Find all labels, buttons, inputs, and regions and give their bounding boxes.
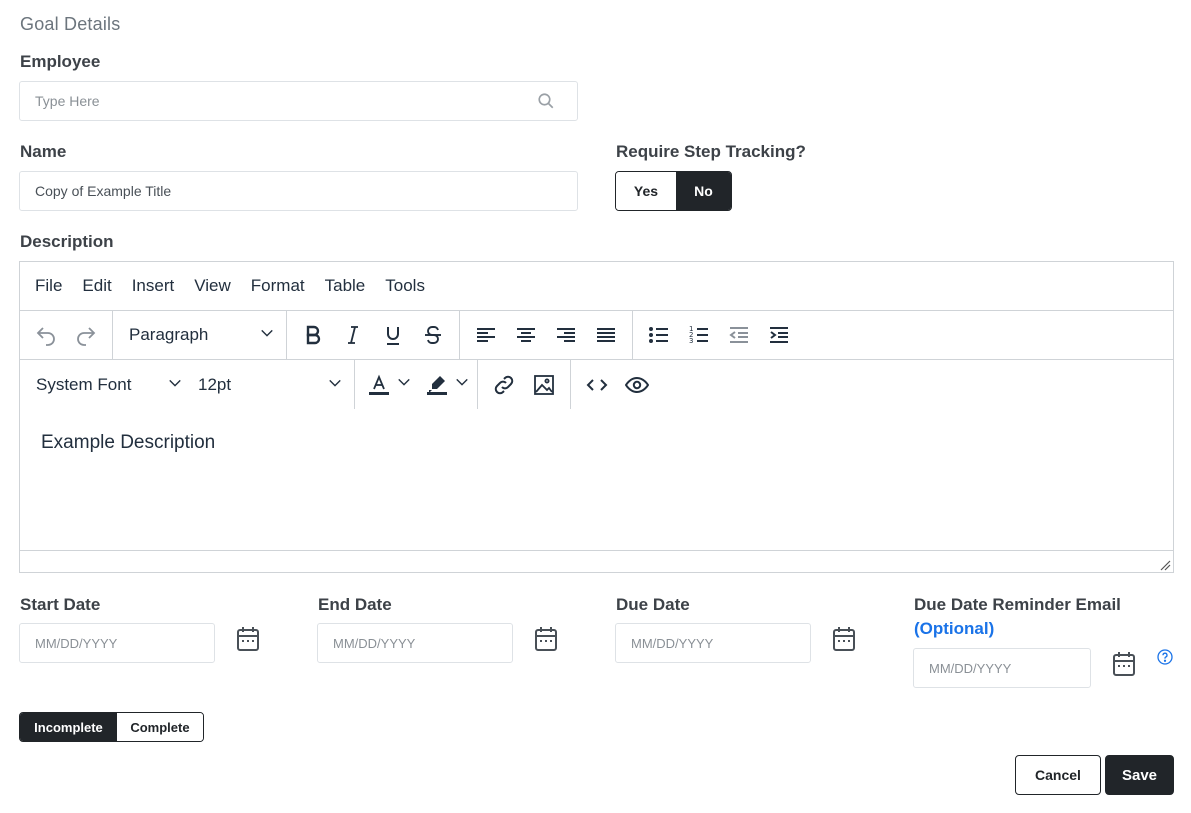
- menu-view[interactable]: View: [194, 276, 231, 296]
- start-date-input[interactable]: MM/DD/YYYY: [19, 623, 215, 663]
- chevron-down-icon: [328, 375, 342, 395]
- menu-table[interactable]: Table: [325, 276, 366, 296]
- complete-button[interactable]: Complete: [116, 713, 203, 741]
- menu-format[interactable]: Format: [251, 276, 305, 296]
- help-icon[interactable]: [1157, 649, 1173, 665]
- reminder-date-label: Due Date Reminder Email: [914, 595, 1121, 614]
- undo-icon[interactable]: [26, 317, 66, 353]
- step-tracking-no-button[interactable]: No: [675, 172, 731, 210]
- step-tracking-label: Require Step Tracking?: [616, 142, 806, 161]
- resize-handle-icon[interactable]: [1159, 558, 1171, 571]
- font-size-dropdown[interactable]: 12pt: [188, 367, 348, 403]
- image-icon[interactable]: [524, 367, 564, 403]
- step-tracking-yes-button[interactable]: Yes: [616, 172, 676, 210]
- menu-edit[interactable]: Edit: [82, 276, 111, 296]
- font-family-dropdown[interactable]: System Font: [26, 367, 188, 403]
- text-color-icon[interactable]: [361, 367, 397, 403]
- due-date-placeholder: MM/DD/YYYY: [631, 635, 714, 651]
- employee-label: Employee: [20, 52, 101, 71]
- align-justify-icon[interactable]: [586, 317, 626, 353]
- status-toggle: Incomplete Complete: [19, 712, 204, 742]
- link-icon[interactable]: [484, 367, 524, 403]
- italic-icon[interactable]: [333, 317, 373, 353]
- align-left-icon[interactable]: [466, 317, 506, 353]
- bullet-list-icon[interactable]: [639, 317, 679, 353]
- section-title: Goal Details: [20, 14, 121, 34]
- chevron-down-icon[interactable]: [397, 375, 411, 394]
- save-button[interactable]: Save: [1105, 755, 1174, 795]
- step-tracking-toggle: Yes No: [615, 171, 732, 211]
- chevron-down-icon[interactable]: [455, 375, 469, 394]
- employee-input[interactable]: Type Here: [19, 81, 578, 121]
- menu-tools[interactable]: Tools: [385, 276, 425, 296]
- underline-icon[interactable]: [373, 317, 413, 353]
- block-format-value: Paragraph: [129, 325, 209, 344]
- editor-menubar: File Edit Insert View Format Table Tools: [20, 262, 1173, 311]
- start-date-label: Start Date: [20, 595, 101, 614]
- menu-file[interactable]: File: [35, 276, 62, 296]
- rich-text-editor: File Edit Insert View Format Table Tools…: [19, 261, 1174, 573]
- editor-toolbar-row-1: Paragraph 1 2 3: [20, 311, 1173, 360]
- outdent-icon[interactable]: [719, 317, 759, 353]
- search-icon[interactable]: [537, 92, 555, 113]
- align-center-icon[interactable]: [506, 317, 546, 353]
- cancel-button[interactable]: Cancel: [1015, 755, 1101, 795]
- incomplete-button[interactable]: Incomplete: [20, 713, 117, 741]
- end-date-label: End Date: [318, 595, 392, 614]
- block-format-dropdown[interactable]: Paragraph: [119, 317, 280, 353]
- indent-icon[interactable]: [759, 317, 799, 353]
- chevron-down-icon: [168, 375, 182, 395]
- reminder-date-input[interactable]: MM/DD/YYYY: [913, 648, 1091, 688]
- description-label: Description: [20, 232, 114, 251]
- menu-insert[interactable]: Insert: [132, 276, 175, 296]
- chevron-down-icon: [260, 325, 274, 345]
- end-date-placeholder: MM/DD/YYYY: [333, 635, 416, 651]
- calendar-icon[interactable]: [832, 626, 856, 652]
- source-code-icon[interactable]: [577, 367, 617, 403]
- svg-text:3: 3: [689, 337, 693, 345]
- employee-placeholder: Type Here: [35, 93, 100, 109]
- start-date-placeholder: MM/DD/YYYY: [35, 635, 118, 651]
- strikethrough-icon[interactable]: [413, 317, 453, 353]
- reminder-date-placeholder: MM/DD/YYYY: [929, 660, 1012, 676]
- font-family-value: System Font: [36, 374, 132, 394]
- editor-statusbar: [20, 550, 1173, 572]
- font-size-value: 12pt: [198, 374, 232, 394]
- optional-label: (Optional): [914, 619, 995, 638]
- name-input[interactable]: Copy of Example Title: [19, 171, 578, 211]
- preview-eye-icon[interactable]: [617, 367, 657, 403]
- name-label: Name: [20, 142, 67, 161]
- due-date-label: Due Date: [616, 595, 690, 614]
- editor-toolbar-row-2: System Font 12pt: [20, 360, 1173, 409]
- calendar-icon[interactable]: [1112, 651, 1136, 677]
- due-date-input[interactable]: MM/DD/YYYY: [615, 623, 811, 663]
- end-date-input[interactable]: MM/DD/YYYY: [317, 623, 513, 663]
- calendar-icon[interactable]: [236, 626, 260, 652]
- editor-content[interactable]: Example Description: [41, 432, 215, 454]
- highlight-color-icon[interactable]: [419, 367, 455, 403]
- redo-icon[interactable]: [66, 317, 106, 353]
- bold-icon[interactable]: [293, 317, 333, 353]
- calendar-icon[interactable]: [534, 626, 558, 652]
- name-value: Copy of Example Title: [35, 183, 172, 199]
- align-right-icon[interactable]: [546, 317, 586, 353]
- numbered-list-icon[interactable]: 123: [679, 317, 719, 353]
